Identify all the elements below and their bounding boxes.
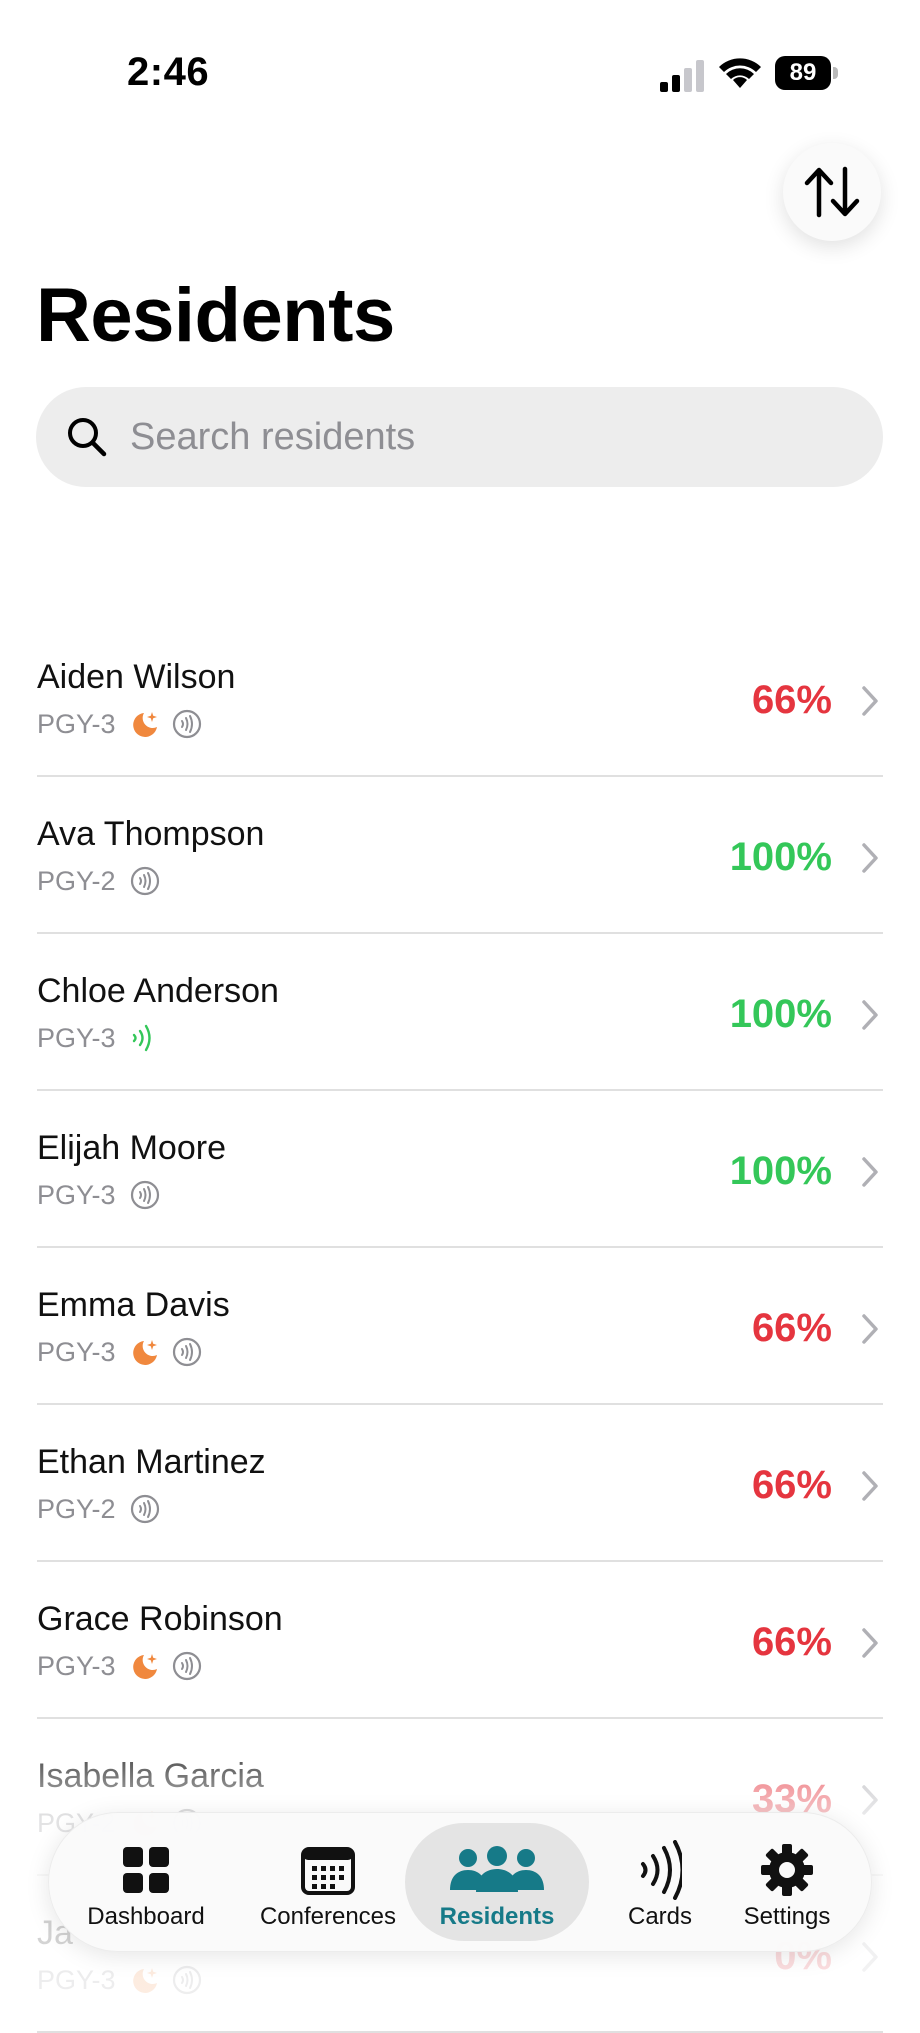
battery-icon: 89	[775, 56, 839, 90]
resident-pgy: PGY-3	[37, 1022, 116, 1053]
resident-pgy: PGY-3	[37, 1336, 116, 1367]
resident-meta: PGY-3	[37, 1646, 214, 1686]
gear-icon	[760, 1843, 814, 1897]
night-call-icon	[130, 709, 160, 739]
tab-label: Residents	[439, 1903, 555, 1930]
tab-label: Dashboard	[87, 1903, 205, 1930]
resident-row[interactable]: Ethan Martinez PGY-2 66%	[0, 1405, 920, 1562]
cellular-signal-icon	[660, 60, 704, 92]
tab-cards[interactable]: Cards	[605, 1823, 715, 1941]
resident-row[interactable]: Aiden Wilson PGY-3 66%	[0, 620, 920, 777]
resident-name: Elijah Moore	[37, 1129, 226, 1167]
tab-label: Conferences	[259, 1903, 397, 1930]
resident-row[interactable]: Ava Thompson PGY-2 100%	[0, 777, 920, 934]
people-icon	[448, 1843, 546, 1897]
tab-settings[interactable]: Settings	[725, 1823, 849, 1941]
resident-pgy: PGY-3	[37, 1179, 116, 1210]
resident-pgy: PGY-3	[37, 1650, 116, 1681]
resident-meta: PGY-3	[37, 1332, 214, 1372]
tab-dashboard[interactable]: Dashboard	[71, 1823, 221, 1941]
status-bar: 2:46 89	[0, 0, 920, 150]
calendar-icon	[301, 1843, 355, 1897]
chevron-right-icon	[862, 1471, 878, 1501]
tab-residents[interactable]: Residents	[405, 1823, 589, 1941]
resident-row[interactable]: Elijah Moore PGY-3 100%	[0, 1091, 920, 1248]
resident-pgy: PGY-2	[37, 1493, 116, 1524]
resident-percent: 100%	[729, 992, 832, 1036]
chevron-right-icon	[862, 1157, 878, 1187]
resident-meta: PGY-2	[37, 861, 172, 901]
resident-percent: 66%	[751, 1620, 832, 1664]
resident-pgy: PGY-2	[37, 865, 116, 896]
resident-row[interactable]: Grace Robinson PGY-3 66%	[0, 1562, 920, 1719]
resident-percent: 66%	[751, 1463, 832, 1507]
nfc-icon	[130, 866, 160, 896]
resident-meta: PGY-3	[37, 1175, 172, 1215]
battery-level: 89	[775, 56, 831, 90]
resident-meta: PGY-3	[37, 704, 214, 744]
chevron-right-icon	[862, 1314, 878, 1344]
nfc-icon	[130, 1180, 160, 1210]
nfc-icon	[172, 1651, 202, 1681]
sort-arrows-icon	[804, 166, 860, 218]
grid-icon	[121, 1843, 171, 1897]
tab-bar: Dashboard Conferences Residents Cards Se…	[48, 1812, 872, 1952]
resident-name: Emma Davis	[37, 1286, 230, 1324]
nfc-icon	[172, 709, 202, 739]
wifi-icon	[719, 58, 761, 88]
tab-label: Settings	[743, 1903, 831, 1930]
chevron-right-icon	[862, 843, 878, 873]
search-icon	[66, 416, 108, 458]
night-call-icon	[130, 1651, 160, 1681]
resident-name: Aiden Wilson	[37, 658, 236, 696]
nfc-waves-icon	[638, 1840, 682, 1900]
nfc-active-icon	[130, 1023, 160, 1053]
nfc-icon	[130, 1494, 160, 1524]
sort-button[interactable]	[783, 143, 881, 241]
resident-row[interactable]: Chloe Anderson PGY-3 100%	[0, 934, 920, 1091]
tab-label: Cards	[627, 1903, 693, 1930]
resident-percent: 100%	[729, 1149, 832, 1193]
chevron-right-icon	[862, 1000, 878, 1030]
resident-row[interactable]: Emma Davis PGY-3 66%	[0, 1248, 920, 1405]
resident-meta: PGY-2	[37, 1489, 172, 1529]
chevron-right-icon	[862, 686, 878, 716]
page-title: Residents	[36, 273, 395, 358]
chevron-right-icon	[862, 1628, 878, 1658]
resident-name: Grace Robinson	[37, 1600, 283, 1638]
resident-pgy: PGY-3	[37, 708, 116, 739]
resident-name: Ethan Martinez	[37, 1443, 266, 1481]
search-input[interactable]	[128, 414, 832, 460]
resident-percent: 66%	[751, 678, 832, 722]
search-bar[interactable]	[36, 387, 883, 487]
status-time: 2:46	[127, 50, 210, 94]
resident-percent: 66%	[751, 1306, 832, 1350]
night-call-icon	[130, 1337, 160, 1367]
resident-name: Ava Thompson	[37, 815, 265, 853]
resident-percent: 100%	[729, 835, 832, 879]
resident-name: Chloe Anderson	[37, 972, 279, 1010]
tab-conferences[interactable]: Conferences	[243, 1823, 413, 1941]
nfc-icon	[172, 1337, 202, 1367]
resident-meta: PGY-3	[37, 1018, 172, 1058]
